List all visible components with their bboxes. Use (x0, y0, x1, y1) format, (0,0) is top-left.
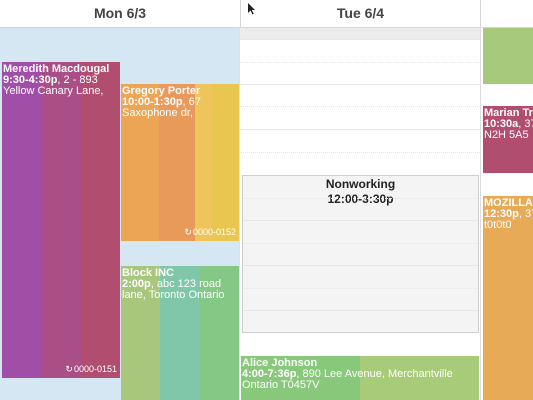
recurring-ref: ↻0000-0152 (184, 227, 236, 237)
appointment-wed-green[interactable] (483, 28, 533, 84)
time-slot-line (243, 243, 478, 244)
appointment-mozilla[interactable]: MOZILLA 12:30p, 37 t0t0t0 (483, 196, 533, 400)
nonworking-time: 12:00-3:30p (327, 192, 394, 206)
event-detail: , 890 Lee Avenue, Merchantville (296, 368, 453, 380)
recurring-icon: ↻ (65, 364, 73, 374)
event-color-stripe (41, 62, 81, 378)
appointment-block-inc[interactable]: Block INC 2:00p, abc 123 road lane, Toro… (121, 266, 239, 400)
appointment-gregory[interactable]: Gregory Porter 10:00-1:30p, 67 Saxophone… (121, 84, 239, 241)
event-address: Yellow Canary Lane, (3, 85, 104, 97)
event-address: N2H 5A5 (484, 129, 529, 141)
day-column-mon[interactable]: Meredith Macdougal 9:30-4:30p, 2 - 893 Y… (0, 28, 240, 400)
time-slot-line (240, 39, 480, 40)
appointment-marian[interactable]: Marian Tr 10:30a, 37 N2H 5A5 (483, 106, 533, 173)
event-color-stripe (2, 62, 42, 378)
day-header-wed[interactable] (481, 0, 533, 27)
mouse-cursor-icon (248, 3, 256, 17)
event-color-stripe (80, 62, 120, 378)
day-column-tue[interactable]: Nonworking 12:00-3:30p Alice Johnson 4:0… (240, 28, 481, 400)
time-slot-line (243, 310, 478, 311)
time-slot-line (243, 220, 478, 221)
day-header-mon[interactable]: Mon 6/3 (0, 0, 241, 27)
recurring-icon: ↻ (184, 227, 192, 237)
calendar-header: Mon 6/3 Tue 6/4 (0, 0, 533, 28)
unavailable-slot (240, 28, 480, 39)
day-column-wed[interactable]: Marian Tr 10:30a, 37 N2H 5A5 MOZILLA 12:… (481, 28, 533, 400)
appointment-meredith[interactable]: Meredith Macdougal 9:30-4:30p, 2 - 893 Y… (2, 62, 120, 378)
time-slot-line (240, 129, 480, 130)
time-slot-line (240, 62, 480, 63)
event-detail: , 37 (518, 208, 533, 220)
nonworking-block: Nonworking 12:00-3:30p (242, 175, 479, 333)
day-header-tue[interactable]: Tue 6/4 (241, 0, 481, 27)
event-address: Saxophone dr, (122, 107, 193, 119)
time-slot-line (240, 152, 480, 153)
time-slot-line (240, 84, 480, 85)
recurring-ref: ↻0000-0151 (65, 364, 117, 374)
event-address: Ontario T0457V (242, 379, 320, 391)
time-slot-line (243, 288, 478, 289)
time-slot-line (243, 265, 478, 266)
time-slot-line (243, 198, 478, 199)
nonworking-title: Nonworking (325, 177, 396, 191)
time-slot-line (240, 106, 480, 107)
event-address: t0t0t0 (484, 219, 512, 231)
appointment-alice[interactable]: Alice Johnson 4:00-7:36p, 890 Lee Avenue… (241, 356, 479, 400)
event-address: lane, Toronto Ontario (122, 289, 225, 301)
